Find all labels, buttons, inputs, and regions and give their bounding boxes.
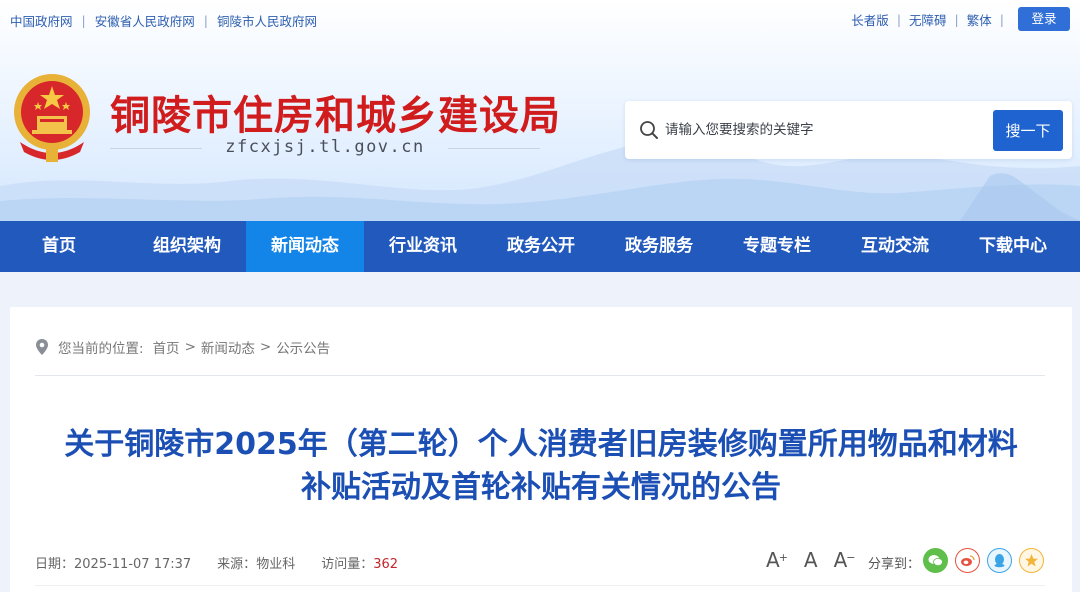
article-source: 来源：物业科: [217, 553, 295, 572]
wechat-icon[interactable]: [923, 548, 948, 573]
breadcrumb-divider: [35, 375, 1045, 376]
link-tongling-gov[interactable]: 铜陵市人民政府网: [217, 11, 317, 30]
search-input[interactable]: [665, 115, 985, 145]
nav-item-public-affairs[interactable]: 政务公开: [482, 221, 600, 272]
article-title: 关于铜陵市2025年（第二轮）个人消费者旧房装修购置所用物品和材料 补贴活动及首…: [30, 423, 1052, 509]
breadcrumb: 您当前的位置: 首页 > 新闻动态 > 公示公告: [35, 337, 330, 357]
article-meta: 日期：2025-11-07 17:37 来源：物业科 访问量：362: [35, 553, 424, 572]
breadcrumb-label: 您当前的位置:: [58, 341, 144, 357]
top-utility-bar: 中国政府网 | 安徽省人民政府网 | 铜陵市人民政府网 长者版 | 无障碍 | …: [0, 0, 1080, 38]
font-normal-button[interactable]: A: [804, 548, 818, 572]
site-domain: zfcxjsj.tl.gov.cn: [110, 137, 540, 159]
font-larger-button[interactable]: A+: [766, 548, 788, 572]
nav-item-downloads[interactable]: 下载中心: [954, 221, 1072, 272]
article-card: 您当前的位置: 首页 > 新闻动态 > 公示公告 关于铜陵市2025年（第二轮）…: [10, 307, 1072, 592]
nav-item-services[interactable]: 政务服务: [600, 221, 718, 272]
nav-item-interaction[interactable]: 互动交流: [836, 221, 954, 272]
views-label: 访问量：: [321, 557, 374, 572]
article-date: 日期：2025-11-07 17:37: [35, 553, 191, 572]
source-value: 物业科: [256, 557, 296, 572]
meta-divider: [35, 585, 1045, 586]
domain-divider-right: [448, 148, 540, 149]
main-nav: 首页 组织架构 新闻动态 行业资讯 政务公开 政务服务 专题专栏 互动交流 下载…: [0, 221, 1080, 272]
nav-item-news[interactable]: 新闻动态: [246, 221, 364, 272]
search-icon: [640, 121, 658, 139]
nav-item-home[interactable]: 首页: [0, 221, 128, 272]
date-label: 日期：: [35, 557, 75, 572]
separator: |: [81, 13, 86, 28]
elderly-mode-link[interactable]: 长者版: [851, 10, 889, 29]
article-title-line-2: 补贴活动及首轮补贴有关情况的公告: [301, 470, 781, 505]
search-button[interactable]: 搜一下: [993, 110, 1063, 151]
site-title: 铜陵市住房和城乡建设局: [110, 93, 561, 139]
date-value: 2025-11-07 17:37: [74, 557, 192, 572]
separator: |: [954, 11, 959, 27]
separator: |: [896, 11, 902, 27]
font-size-controls: A+ A A−: [766, 548, 872, 572]
breadcrumb-notices[interactable]: 公示公告: [276, 337, 330, 357]
accessibility-links: 长者版 | 无障碍 | 繁体 | 登录: [851, 7, 1070, 31]
article-views: 访问量：362: [321, 553, 398, 572]
weibo-icon[interactable]: [955, 548, 980, 573]
separator: |: [999, 11, 1004, 27]
share-label: 分享到：: [868, 557, 921, 572]
domain-text: zfcxjsj.tl.gov.cn: [225, 137, 425, 157]
qq-icon[interactable]: [987, 548, 1012, 573]
national-emblem-icon: [14, 74, 90, 162]
plus-icon: +: [778, 551, 788, 564]
link-anhui-gov[interactable]: 安徽省人民政府网: [95, 11, 195, 30]
font-smaller-button[interactable]: A−: [834, 548, 856, 572]
source-label: 来源：: [217, 557, 257, 572]
font-larger-glyph: A: [766, 548, 780, 572]
minus-icon: −: [846, 551, 856, 564]
search-box: 搜一下: [625, 101, 1072, 159]
location-pin-icon: [36, 339, 48, 355]
qzone-icon[interactable]: [1019, 548, 1044, 573]
breadcrumb-home[interactable]: 首页: [153, 337, 180, 357]
link-gov-cn[interactable]: 中国政府网: [10, 11, 73, 30]
government-links: 中国政府网 | 安徽省人民政府网 | 铜陵市人民政府网: [10, 11, 317, 30]
breadcrumb-news[interactable]: 新闻动态: [201, 337, 255, 357]
breadcrumb-separator: >: [184, 339, 196, 355]
nav-item-industry[interactable]: 行业资讯: [364, 221, 482, 272]
login-button[interactable]: 登录: [1018, 7, 1070, 31]
separator: |: [203, 13, 208, 28]
breadcrumb-separator: >: [259, 339, 272, 355]
nav-item-topics[interactable]: 专题专栏: [718, 221, 836, 272]
share-buttons: [923, 548, 1051, 573]
accessibility-link[interactable]: 无障碍: [909, 10, 947, 29]
article-title-line-1: 关于铜陵市2025年（第二轮）个人消费者旧房装修购置所用物品和材料: [64, 427, 1018, 462]
views-count: 362: [373, 557, 399, 572]
traditional-chinese-link[interactable]: 繁体: [967, 10, 992, 29]
nav-item-organization[interactable]: 组织架构: [128, 221, 246, 272]
